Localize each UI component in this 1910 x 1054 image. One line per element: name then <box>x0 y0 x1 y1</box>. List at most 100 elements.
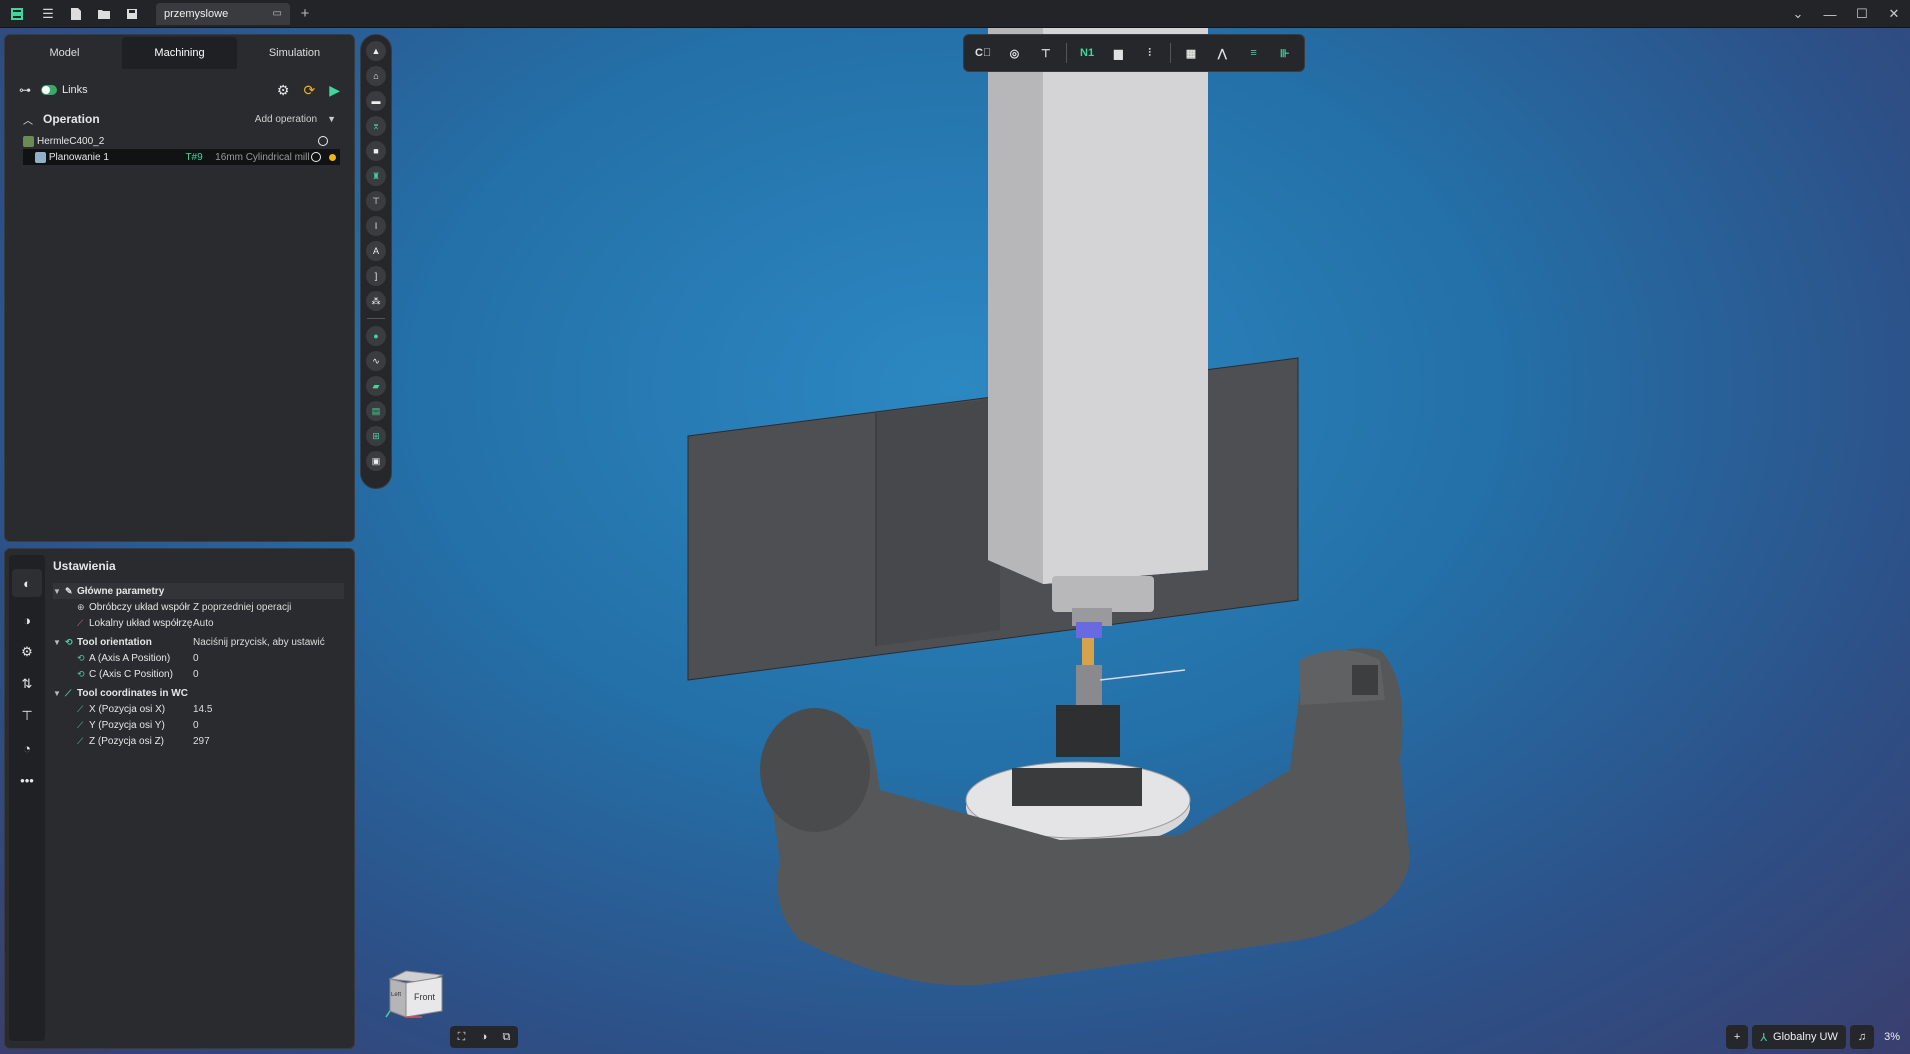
links-settings-icon[interactable]: ⊶ <box>19 83 31 97</box>
group-label: Tool coordinates in WC <box>77 687 188 699</box>
prop-row[interactable]: ⟲ C (Axis C Position) 0 <box>53 666 344 682</box>
prop-row[interactable]: ⟋ Lokalny układ współrzę Auto <box>53 615 344 631</box>
prop-value[interactable]: 297 <box>193 736 344 747</box>
tab-window-icon[interactable]: ▭ <box>273 8 282 19</box>
add-view-button[interactable]: + <box>1725 1025 1749 1049</box>
display-mode-icon[interactable]: ⧉ <box>502 1031 510 1044</box>
more-icon[interactable]: ••• <box>18 771 36 789</box>
notifications-button[interactable]: ♫ <box>1849 1025 1875 1049</box>
axes-icon[interactable]: ⇅ <box>18 675 36 693</box>
play-icon[interactable]: ▶ <box>329 82 340 99</box>
tree-operation-row[interactable]: Planowanie 1 T#9 16mm Cylindrical mill <box>23 149 340 165</box>
fixture-green-icon[interactable]: ♜ <box>366 166 386 186</box>
coord-system-selector[interactable]: ⅄ Globalny UW <box>1752 1025 1846 1049</box>
zoom-level: 3% <box>1884 1031 1900 1043</box>
stock-box-icon[interactable]: ■ <box>366 141 386 161</box>
pattern-icon[interactable]: ⁂ <box>366 291 386 311</box>
prop-row[interactable]: ⟋ Z (Pozycja osi Z) 297 <box>53 733 344 749</box>
minimize-button[interactable]: — <box>1814 0 1846 28</box>
graph-icon[interactable]: ⋀ <box>1211 41 1233 65</box>
prop-row[interactable]: ⟋ X (Pozycja osi X) 14.5 <box>53 701 344 717</box>
axes-icon: ⅄ <box>1760 1031 1768 1044</box>
toolpath-icon[interactable]: C⃝ <box>972 41 994 65</box>
tool-icon[interactable]: ⊤ <box>18 707 36 725</box>
search-tool-icon[interactable]: ◎ <box>1003 41 1025 65</box>
tab-machining[interactable]: Machining <box>122 37 237 69</box>
stock-icon[interactable]: ▆ <box>1107 41 1129 65</box>
axis-c-icon: ⟲ <box>77 668 85 679</box>
bracket-icon[interactable]: ] <box>366 266 386 286</box>
view-cube[interactable]: Front Left <box>382 965 444 1023</box>
add-operation-button[interactable]: Add operation <box>255 114 317 125</box>
chart-bars-icon[interactable]: ⊪ <box>1274 41 1296 65</box>
holder-icon[interactable]: A <box>366 241 386 261</box>
prop-value[interactable]: 0 <box>193 669 344 680</box>
new-file-icon[interactable] <box>62 0 90 28</box>
point-icon[interactable]: ● <box>366 326 386 346</box>
machine-icon[interactable]: ⌂ <box>366 66 386 86</box>
chevron-down-icon[interactable]: ⌄ <box>1782 0 1814 28</box>
prop-row[interactable]: ⟋ Y (Pozycja osi Y) 0 <box>53 717 344 733</box>
links-toggle[interactable] <box>41 85 57 95</box>
collapse-up-icon[interactable]: ▲ <box>366 41 386 61</box>
app-logo-icon[interactable] <box>0 0 34 28</box>
tool-icon[interactable]: ǀ <box>366 216 386 236</box>
add-tab-button[interactable]: + <box>290 5 320 22</box>
fixture-icon[interactable]: ⫶ <box>1139 41 1161 65</box>
prop-value[interactable]: 14.5 <box>193 704 344 715</box>
prop-value[interactable]: 0 <box>193 653 344 664</box>
fit-view-icon[interactable]: ⛶ <box>458 1031 466 1044</box>
clock-icon[interactable]: ◔ <box>18 739 36 757</box>
operation-name: Planowanie 1 <box>48 151 109 163</box>
gear-icon[interactable]: ⚙ <box>18 643 36 661</box>
mesh-icon[interactable]: ⊞ <box>366 426 386 446</box>
wrench-icon: ✎ <box>65 585 73 596</box>
globe-icon[interactable]: ◐ <box>12 569 42 597</box>
setup-icon[interactable]: ⌆ <box>366 116 386 136</box>
window-controls: ⌄ — ☐ ✕ <box>1782 0 1910 28</box>
prop-row[interactable]: ⟲ A (Axis A Position) 0 <box>53 650 344 666</box>
nc-n1-button[interactable]: N1 <box>1076 41 1098 65</box>
library-icon[interactable]: ▣ <box>366 451 386 471</box>
tree-machine-row[interactable]: HermleC400_2 <box>5 133 354 149</box>
layers-icon[interactable]: ≡ <box>1242 41 1264 65</box>
prop-value[interactable]: 0 <box>193 720 344 731</box>
surface-icon[interactable]: ▰ <box>366 376 386 396</box>
toolbar-divider <box>1065 43 1067 63</box>
curve-icon[interactable]: ∿ <box>366 351 386 371</box>
set-orientation-button[interactable]: Naciśnij przycisk, aby ustawić <box>193 637 344 648</box>
menu-icon[interactable]: ☰ <box>34 0 62 28</box>
recalculate-icon[interactable]: ⟳ <box>303 82 315 99</box>
viewcube-left-label[interactable]: Left <box>391 992 405 998</box>
settings-content: Ustawienia ▼ ✎ Główne parametry ⊕ Obróbc… <box>53 559 344 749</box>
gear-icon[interactable]: ⚙ <box>277 82 290 99</box>
toolbar-divider <box>367 318 385 319</box>
group-tool-orientation[interactable]: ▼ ⟲ Tool orientation Naciśnij przycisk, … <box>53 634 344 650</box>
workpiece-icon[interactable]: ▬ <box>366 91 386 111</box>
compass-icon[interactable]: ◑ <box>18 611 36 629</box>
axis-x-icon: ⟋ <box>77 703 84 714</box>
maximize-button[interactable]: ☐ <box>1846 0 1878 28</box>
close-button[interactable]: ✕ <box>1878 0 1910 28</box>
viewcube-front-label[interactable]: Front <box>414 992 435 1002</box>
prop-value[interactable]: Auto <box>193 618 344 629</box>
group-main-params[interactable]: ▼ ✎ Główne parametry <box>53 583 344 599</box>
tab-model[interactable]: Model <box>7 37 122 69</box>
tab-simulation[interactable]: Simulation <box>237 37 352 69</box>
save-icon[interactable] <box>118 0 146 28</box>
shading-icon[interactable]: ◑ <box>481 1031 488 1043</box>
prop-row[interactable]: ⊕ Obróbczy układ współr Z poprzedniej op… <box>53 599 344 615</box>
book-icon[interactable]: ▤ <box>366 401 386 421</box>
group-label: Główne parametry <box>77 585 165 597</box>
open-folder-icon[interactable] <box>90 0 118 28</box>
group-tool-coordinates[interactable]: ▼ ⟋ Tool coordinates in WC <box>53 685 344 701</box>
document-tab[interactable]: przemyslowe ▭ <box>156 2 290 25</box>
prop-label: Obróbczy układ współr <box>89 601 191 613</box>
tool-holder-icon[interactable]: ⊤ <box>1035 41 1057 65</box>
chevron-up-icon[interactable]: ︿ <box>23 112 33 127</box>
clamp-icon[interactable]: ⊤ <box>366 191 386 211</box>
prop-value[interactable]: Z poprzedniej operacji <box>193 602 344 613</box>
axis-a-icon: ⟲ <box>77 652 85 663</box>
calculator-icon[interactable]: ▦ <box>1180 41 1202 65</box>
caret-down-icon[interactable]: ▼ <box>327 114 336 124</box>
